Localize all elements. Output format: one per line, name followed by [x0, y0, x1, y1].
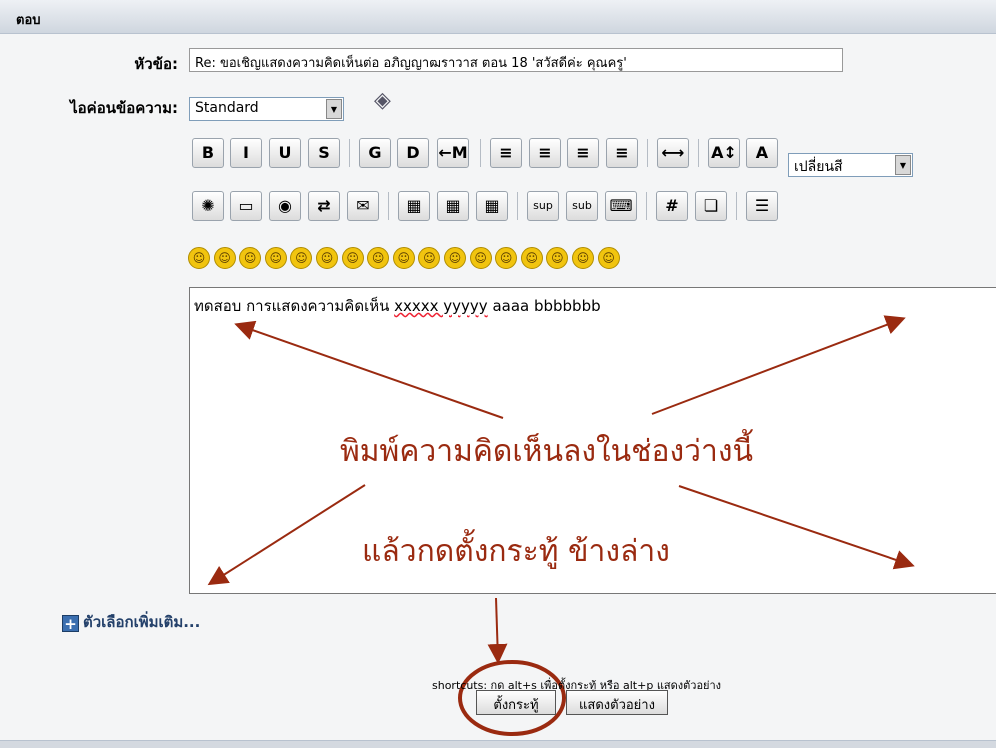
smiley-icon[interactable]: ☺ — [392, 247, 415, 269]
toolbar-separator — [349, 139, 350, 167]
toolbar-separator — [388, 192, 389, 220]
subject-label: หัวข้อ: — [134, 55, 178, 73]
more-options-label: ตัวเลือกเพิ่มเติม... — [83, 613, 201, 631]
smiley-icon[interactable]: ☺ — [597, 247, 620, 269]
smiley-icon[interactable]: ☺ — [213, 247, 236, 269]
image-button[interactable]: ▭ — [230, 191, 262, 221]
toolbar-separator — [647, 139, 648, 167]
bold-button[interactable]: B — [192, 138, 224, 168]
list-button[interactable]: ☰ — [746, 191, 778, 221]
annotation-line-1: พิมพ์ความคิดเห็นลงในช่องว่างนี้ — [340, 434, 754, 469]
toolbar-separator — [698, 139, 699, 167]
more-options-link[interactable]: + ตัวเลือกเพิ่มเติม... — [62, 610, 200, 634]
plus-icon: + — [62, 615, 79, 632]
message-icon-select[interactable]: Standard ▼ — [189, 97, 344, 121]
hr-button[interactable]: ⟷ — [657, 138, 689, 168]
pre-button[interactable]: ≡ — [490, 138, 522, 168]
align-right-button[interactable]: ≡ — [606, 138, 638, 168]
smiley-icon[interactable]: ☺ — [444, 247, 466, 269]
message-text-tail: aaaa bbbbbbb — [487, 297, 601, 315]
smiley-icon[interactable]: ☺ — [316, 247, 338, 269]
annotation-line-2: แล้วกดตั้งกระทู้ ข้างล่าง — [362, 534, 670, 569]
preview-button[interactable]: แสดงตัวอย่าง — [566, 690, 668, 715]
chevron-down-icon: ▼ — [326, 99, 342, 119]
italic-button[interactable]: I — [230, 138, 262, 168]
sub-button[interactable]: sub — [566, 191, 598, 221]
email-button[interactable]: ✉ — [347, 191, 379, 221]
smiley-icon[interactable]: ☺ — [188, 247, 210, 269]
smiley-icon[interactable]: ☺ — [572, 247, 594, 269]
ftp-button[interactable]: ⇄ — [308, 191, 340, 221]
header-title: ตอบ — [16, 13, 41, 28]
url-button[interactable]: ◉ — [269, 191, 301, 221]
shadow-button[interactable]: D — [397, 138, 429, 168]
font-color-button[interactable]: A — [746, 138, 778, 168]
color-select-value: เปลี่ยนสี — [794, 159, 843, 175]
underline-button[interactable]: U — [269, 138, 301, 168]
move-button[interactable]: ←M — [437, 138, 469, 168]
chevron-down-icon: ▼ — [895, 155, 911, 175]
toolbar-separator — [646, 192, 647, 220]
strike-button[interactable]: S — [308, 138, 340, 168]
align-left-button[interactable]: ≡ — [529, 138, 561, 168]
message-text-normal: ทดสอบ การแสดงความคิดเห็น — [194, 297, 395, 315]
subject-input[interactable]: Re: ขอเชิญแสดงความคิดเห็นต่อ อภิญญาฒราวา… — [189, 48, 843, 72]
smiley-icon[interactable]: ☺ — [341, 247, 364, 269]
glow-button[interactable]: G — [359, 138, 391, 168]
toolbar-separator — [517, 192, 518, 220]
smiley-icon[interactable]: ☺ — [520, 247, 543, 269]
form-header: ตอบ — [0, 0, 996, 34]
table-row-button[interactable]: ▦ — [437, 191, 469, 221]
toolbar-separator — [736, 192, 737, 220]
font-size-button[interactable]: A↕ — [708, 138, 740, 168]
toolbar-separator — [480, 139, 481, 167]
submit-button[interactable]: ตั้งกระทู้ — [476, 690, 556, 715]
message-text: ทดสอบ การแสดงความคิดเห็น xxxxx yyyyy aaa… — [194, 294, 601, 318]
message-text-squiggly: xxxxx yyyyy — [394, 297, 488, 315]
bottom-bar — [0, 740, 996, 748]
diamond-icon: ◈ — [374, 88, 391, 113]
smiley-icon[interactable]: ☺ — [469, 247, 492, 269]
sup-button[interactable]: sup — [527, 191, 559, 221]
quote-button[interactable]: ❏ — [695, 191, 727, 221]
table-col-button[interactable]: ▦ — [476, 191, 508, 221]
flash-button[interactable]: ✺ — [192, 191, 224, 221]
smiley-icon[interactable]: ☺ — [264, 247, 287, 269]
teletype-button[interactable]: ⌨ — [605, 191, 637, 221]
align-center-button[interactable]: ≡ — [567, 138, 599, 168]
color-select[interactable]: เปลี่ยนสี ▼ — [788, 153, 913, 177]
code-button[interactable]: # — [656, 191, 688, 221]
table-button[interactable]: ▦ — [398, 191, 430, 221]
message-icon-label: ไอค่อนข้อความ: — [70, 99, 178, 117]
message-icon-select-value: Standard — [195, 100, 259, 116]
